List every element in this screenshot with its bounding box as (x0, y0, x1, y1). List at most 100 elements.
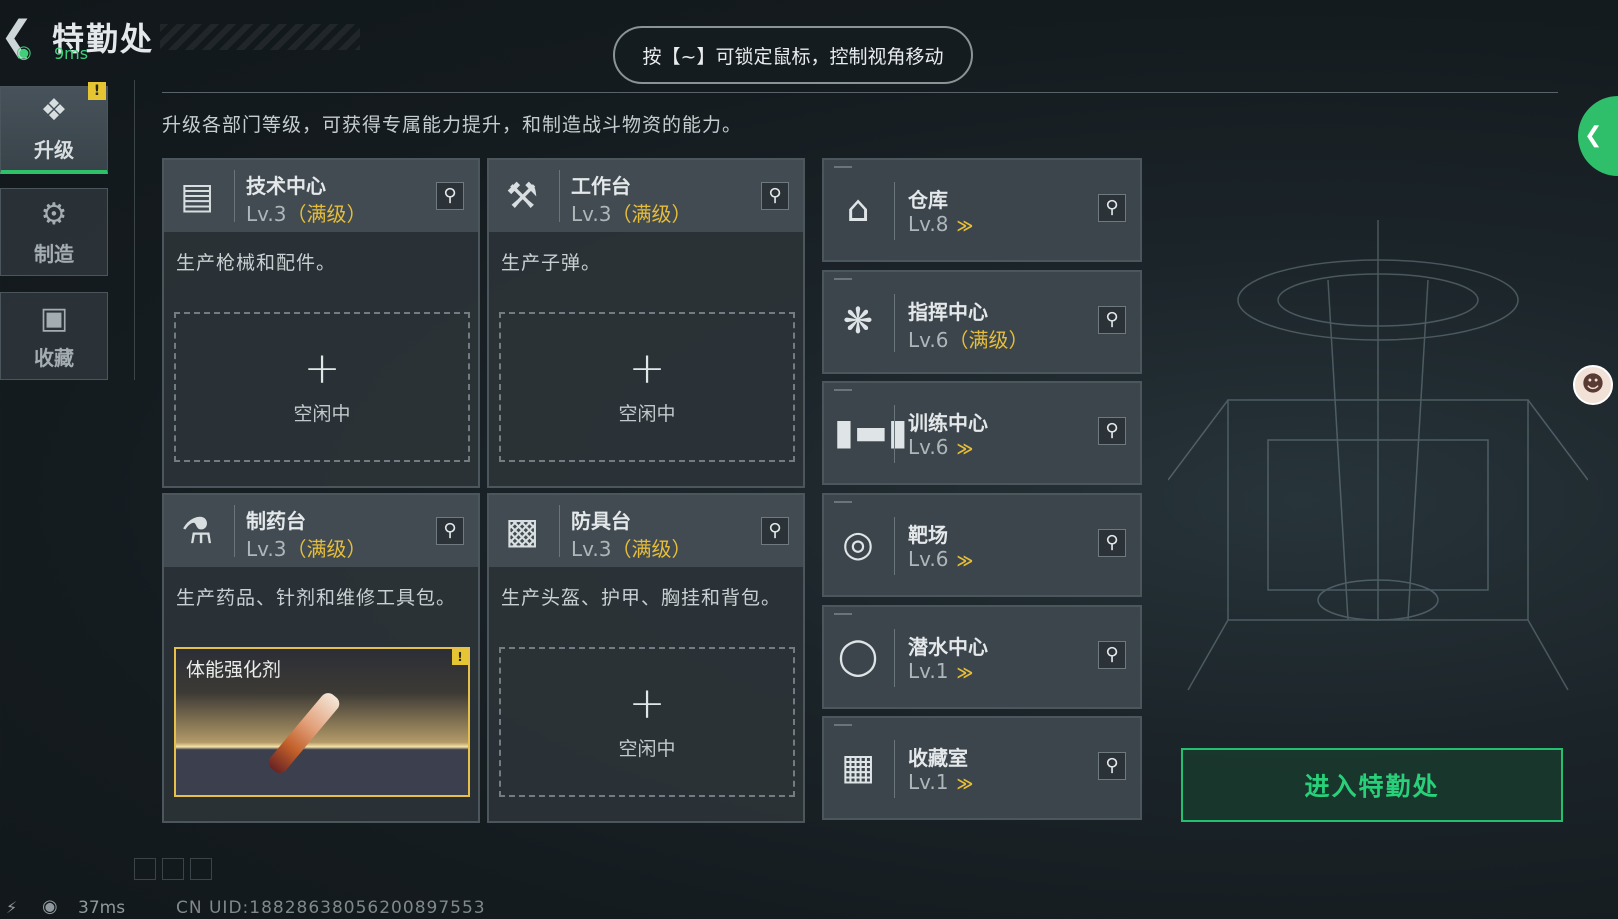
wifi-icon: ◉ (16, 42, 32, 63)
slot-status: 空闲中 (618, 737, 676, 760)
card-description: 生产枪械和配件。 (176, 252, 337, 274)
department-level: Lv.1 ≫ (908, 659, 973, 683)
workshop-card-pharmacy[interactable]: ⚗ 制药台 Lv.3（满级） ⚲ 生产药品、针剂和维修工具包。 体能强化剂 ! (162, 493, 480, 823)
upgrade-icon: ❖ (40, 93, 68, 128)
enter-special-ops-button[interactable]: 进入特勤处 (1181, 748, 1563, 822)
department-row-training-center[interactable]: ▮▬▮ 训练中心 Lv.6 ≫ ⚲ (822, 381, 1142, 485)
search-icon[interactable]: ⚲ (1098, 752, 1126, 780)
diving-mask-icon: ◯ (837, 636, 879, 677)
divider (234, 170, 235, 222)
add-icon: + (628, 342, 666, 394)
department-name: 潜水中心 (908, 635, 988, 659)
production-slot-idle[interactable]: + 空闲中 (499, 312, 795, 462)
divider (894, 740, 895, 798)
department-name: 训练中心 (908, 411, 988, 435)
level-value: Lv.1 (908, 770, 949, 794)
max-level-label: （满级） (948, 328, 1029, 352)
department-name: 靶场 (908, 523, 948, 547)
department-level: Lv.6 ≫ (908, 547, 974, 571)
production-slot-item[interactable]: 体能强化剂 ! (174, 647, 470, 797)
warning-badge: ! (452, 649, 468, 665)
divider (234, 505, 235, 557)
level-value: Lv.6 (908, 547, 949, 571)
card-title: 工作台 (571, 174, 631, 198)
search-icon[interactable]: ⚲ (436, 517, 464, 545)
decor-tick (834, 501, 852, 503)
department-row-command-center[interactable]: ❋ 指挥中心 Lv.6（满级） ⚲ (822, 270, 1142, 374)
add-icon: + (303, 342, 341, 394)
user-uid: CN UID:18828638056200897553 (176, 898, 486, 918)
level-value: Lv.8 (908, 212, 949, 236)
department-name: 仓库 (908, 188, 948, 212)
ping-readout: 9ms (54, 44, 89, 63)
workshop-card-workbench[interactable]: ⚒ 工作台 Lv.3（满级） ⚲ 生产子弹。 + 空闲中 (487, 158, 805, 488)
department-name: 指挥中心 (908, 300, 988, 324)
sidebar-item-craft[interactable]: ⚙ 制造 (0, 188, 108, 276)
gears-icon: ⚙ (40, 196, 68, 232)
ping-readout: 37ms (78, 898, 126, 918)
decor-tick (834, 724, 852, 726)
max-level-label: （满级） (611, 537, 692, 561)
department-level: Lv.6 ≫ (908, 435, 974, 459)
department-row-warehouse[interactable]: ⌂ 仓库 Lv.8 ≫ ⚲ (822, 158, 1142, 262)
card-level: Lv.3（满级） (246, 198, 367, 227)
card-description: 生产药品、针剂和维修工具包。 (176, 587, 457, 609)
divider (894, 182, 895, 240)
workshop-card-armor[interactable]: ▩ 防具台 Lv.3（满级） ⚲ 生产头盔、护甲、胸挂和背包。 + 空闲中 (487, 493, 805, 823)
upgrade-available-icon: ≫ (956, 439, 974, 458)
workshop-card-tech-center[interactable]: ▤ 技术中心 Lv.3（满级） ⚲ 生产枪械和配件。 + 空闲中 (162, 158, 480, 488)
department-row-collection-room[interactable]: ▦ 收藏室 Lv.1 ≫ ⚲ (822, 716, 1142, 820)
enter-button-label: 进入特勤处 (1304, 772, 1440, 801)
decor-tick (834, 166, 852, 168)
card-description: 生产子弹。 (501, 252, 602, 274)
armor-boxes-icon: ▩ (504, 511, 539, 552)
divider (894, 405, 895, 463)
product-name: 体能强化剂 (186, 659, 282, 681)
card-description: 生产头盔、护甲、胸挂和背包。 (501, 587, 782, 609)
max-level-label: （满级） (611, 202, 692, 226)
computer-icon: ▤ (179, 176, 214, 217)
department-name: 收藏室 (908, 746, 968, 770)
tools-icon: ⚒ (505, 176, 539, 217)
collection-icon: ▣ (39, 300, 69, 336)
sidebar-item-label: 升级 (34, 138, 74, 162)
search-icon[interactable]: ⚲ (436, 182, 464, 210)
card-title: 制药台 (246, 509, 306, 533)
search-icon[interactable]: ⚲ (1098, 194, 1126, 222)
department-level: Lv.8 ≫ (908, 212, 973, 236)
divider (894, 629, 895, 687)
search-icon[interactable]: ⚲ (1098, 529, 1126, 557)
divider (162, 92, 1558, 93)
level-value: Lv.3 (246, 202, 287, 226)
upgrade-available-icon: ≫ (956, 551, 974, 570)
card-title: 技术中心 (246, 174, 326, 198)
level-value: Lv.3 (571, 537, 612, 561)
search-icon[interactable]: ⚲ (1098, 306, 1126, 334)
department-row-shooting-range[interactable]: ◎ 靶场 Lv.6 ≫ ⚲ (822, 493, 1142, 597)
search-icon[interactable]: ⚲ (761, 517, 789, 545)
divider (559, 505, 560, 557)
card-header: ⚗ 制药台 Lv.3（满级） ⚲ (164, 495, 478, 567)
level-value: Lv.6 (908, 328, 949, 352)
divider (894, 517, 895, 575)
microscope-icon: ⚗ (180, 511, 214, 552)
card-header: ▤ 技术中心 Lv.3（满级） ⚲ (164, 160, 478, 232)
upgrade-available-icon: ≫ (956, 774, 974, 793)
decor-tick (834, 389, 852, 391)
divider (134, 80, 135, 380)
search-icon[interactable]: ⚲ (1098, 641, 1126, 669)
level-value: Lv.6 (908, 435, 949, 459)
title-decoration (160, 24, 360, 50)
search-icon[interactable]: ⚲ (1098, 417, 1126, 445)
department-row-diving-center[interactable]: ◯ 潜水中心 Lv.1 ≫ ⚲ (822, 605, 1142, 709)
bottom-decoration (134, 858, 224, 880)
avatar[interactable]: ☻ (1573, 365, 1613, 405)
character-side-tab[interactable]: ❮ (1578, 96, 1618, 176)
dumbbell-icon: ▮▬▮ (834, 412, 908, 453)
search-icon[interactable]: ⚲ (761, 182, 789, 210)
production-slot-idle[interactable]: + 空闲中 (174, 312, 470, 462)
warehouse-icon: ⌂ (846, 189, 870, 230)
card-title: 防具台 (571, 509, 631, 533)
production-slot-idle[interactable]: + 空闲中 (499, 647, 795, 797)
sidebar-item-collection[interactable]: ▣ 收藏 (0, 292, 108, 380)
